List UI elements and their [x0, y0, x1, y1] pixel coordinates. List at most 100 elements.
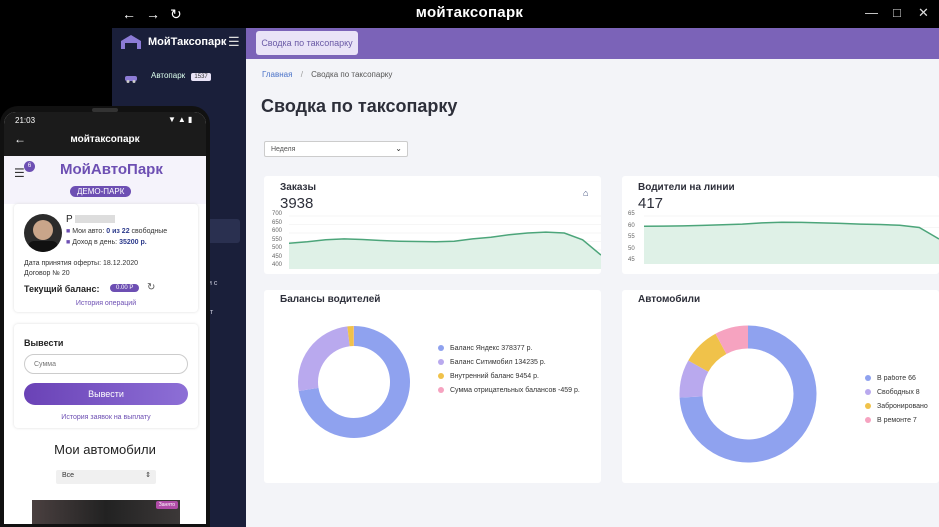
legend-item[interactable]: Баланс Ситимобил 134235 р.: [438, 359, 598, 373]
legend-item[interactable]: Сумма отрицательных балансов -459 р.: [438, 387, 598, 401]
legend-label: В работе 66: [877, 375, 916, 382]
sidebar-brand: МойТаксопарк: [148, 36, 227, 48]
demo-badge: ДЕМО-ПАРК: [70, 186, 132, 197]
y-tick-label: 65: [628, 211, 635, 217]
orders-value: 3938: [280, 195, 314, 212]
window-titlebar: ← → ↻ мойтаксопарк — □ ✕: [0, 0, 939, 28]
y-tick-label: 50: [628, 245, 635, 252]
legend-dot: [438, 387, 444, 394]
legend-item[interactable]: В работе 66: [865, 375, 939, 389]
profile-card: Р ■ Мои авто: 0 из 22 свободные ■ Доход …: [14, 204, 198, 312]
cars-legend: В работе 66 Свободных 8 Забронировано В рем…: [865, 375, 939, 431]
legend-dot: [438, 345, 444, 352]
y-tick-label: 60: [628, 222, 635, 229]
refresh-icon[interactable]: ↻: [147, 282, 155, 293]
period-select[interactable]: Неделя ⌄: [264, 141, 408, 157]
phone-appbar: 21:03 ▼▲▮ ← мойтаксопарк: [4, 112, 206, 156]
hamburger-icon[interactable]: ☰: [228, 34, 240, 50]
balance-label: Текущий баланс:: [24, 284, 100, 294]
legend-label: Сумма отрицательных балансов -459 р.: [450, 387, 580, 394]
legend-item[interactable]: Внутренний баланс 9454 р.: [438, 373, 598, 387]
filter-value: Все: [62, 472, 75, 479]
withdraw-title: Вывести: [24, 338, 64, 348]
orders-title: Заказы: [280, 182, 317, 193]
car-photo[interactable]: Занято: [32, 500, 180, 524]
page-title: Сводка по таксопарку: [261, 96, 458, 116]
breadcrumb-separator: /: [300, 70, 303, 79]
breadcrumb-home-link[interactable]: Главная: [262, 70, 292, 79]
y-tick-label: 500: [272, 245, 283, 251]
phone-hamburger-icon[interactable]: ☰: [14, 166, 25, 180]
amount-input[interactable]: [24, 354, 188, 374]
area-fill: [289, 232, 601, 269]
legend-label: В ремонте 7: [877, 417, 917, 424]
period-select-value: Неделя: [271, 146, 296, 153]
breadcrumb: Главная / Сводка по таксопарку: [262, 70, 392, 79]
balances-legend: Баланс Яндекс 378377 р. Баланс Ситимобил …: [438, 345, 598, 401]
legend-dot: [865, 389, 871, 396]
y-tick-label: 450: [272, 253, 283, 260]
y-tick-label: 45: [628, 257, 635, 263]
maximize-icon[interactable]: □: [893, 5, 901, 20]
car-small-icon: ■: [66, 228, 71, 235]
main-content: Главная / Сводка по таксопарку Сводка по…: [246, 59, 939, 527]
withdraw-button[interactable]: Вывести: [24, 383, 188, 405]
home-icon[interactable]: ⌂: [583, 188, 588, 198]
legend-dot: [865, 417, 871, 424]
contract-number: Договор № 20: [24, 270, 70, 277]
phone-status-icons: ▼▲▮: [168, 115, 195, 124]
close-icon[interactable]: ✕: [918, 5, 929, 21]
withdraw-history-link[interactable]: История заявок на выплату: [14, 414, 198, 421]
cars-filter-select[interactable]: Все ⇕: [56, 470, 156, 484]
menu-count-badge: 6: [24, 161, 35, 172]
sidebar-item-fragment[interactable]: т: [210, 309, 213, 316]
chevron-down-icon: ⌄: [395, 144, 402, 153]
legend-label: Внутренний баланс 9454 р.: [450, 373, 539, 380]
y-tick-label: 650: [272, 219, 283, 226]
garage-logo-icon: [120, 34, 142, 50]
legend-label: Баланс Ситимобил 134235 р.: [450, 359, 546, 366]
legend-item[interactable]: Забронировано: [865, 403, 939, 417]
donut-slice: [298, 326, 351, 392]
phone-screen: 21:03 ▼▲▮ ← мойтаксопарк ☰ 6 МойАвтоПарк…: [4, 112, 206, 524]
legend-dot: [438, 373, 444, 380]
legend-item[interactable]: Свободных 8: [865, 389, 939, 403]
legend-dot: [865, 375, 871, 382]
profile-name: Р: [66, 214, 115, 225]
y-tick-label: 600: [272, 228, 283, 234]
window-title: мойтаксопарк: [415, 4, 524, 21]
history-ops-link[interactable]: История операций: [14, 300, 198, 307]
y-tick-label: 700: [272, 211, 283, 217]
count-badge: 1537: [191, 73, 211, 81]
header-pill-button[interactable]: Сводка по таксопарку: [256, 31, 358, 55]
legend-label: Свободных 8: [877, 389, 920, 396]
area-fill: [644, 222, 939, 264]
balances-donut-chart: [298, 325, 410, 438]
my-cars-line: ■ Мои авто: 0 из 22 свободные: [66, 228, 168, 235]
my-cars-title: Мои автомобили: [54, 442, 156, 457]
cars-card: Автомобили В работе 66 Свободных 8 Заброни…: [622, 290, 939, 483]
balances-card: Балансы водителей Баланс Яндекс 378377 р…: [264, 290, 601, 483]
updown-chevron-icon: ⇕: [145, 472, 151, 479]
orders-y-axis: 700 650 600 550 500 450 400: [272, 211, 290, 269]
drivers-line-chart: [644, 215, 939, 264]
y-tick-label: 55: [628, 234, 635, 240]
car-icon: [124, 70, 138, 83]
legend-item[interactable]: В ремонте 7: [865, 417, 939, 431]
phone-status-time: 21:03: [15, 116, 36, 125]
offer-date: Дата принятия оферты: 18.12.2020: [24, 260, 138, 267]
y-tick-label: 550: [272, 236, 283, 243]
sidebar-item-autopark[interactable]: Автопарк 1537: [151, 71, 211, 81]
drivers-y-axis: 65 60 55 50 45: [628, 211, 644, 264]
phone-brand-header: ☰ 6 МойАвтоПарк ДЕМО-ПАРК: [4, 156, 206, 204]
orders-card: Заказы 3938 ⌂ 700 650 600 550 500 450 400: [264, 176, 601, 274]
busy-badge: Занято: [155, 501, 178, 509]
orders-line-chart: [289, 215, 601, 269]
legend-item[interactable]: Баланс Яндекс 378377 р.: [438, 345, 598, 359]
phone-app-title: мойтаксопарк: [70, 134, 140, 145]
cars-title: Автомобили: [638, 294, 701, 305]
minimize-icon[interactable]: —: [865, 5, 878, 20]
legend-label: Баланс Яндекс 378377 р.: [450, 345, 533, 352]
donut-slice: [679, 360, 709, 398]
donut-slice: [715, 325, 749, 355]
